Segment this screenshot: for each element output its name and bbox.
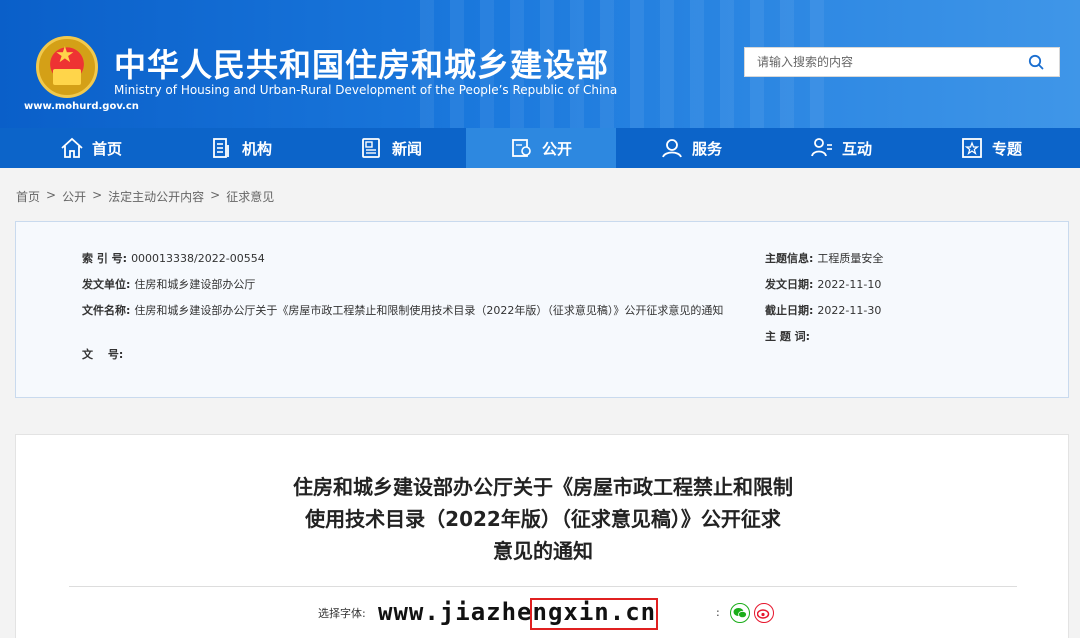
topic-icon (962, 138, 982, 158)
service-icon (662, 139, 682, 158)
breadcrumb-home[interactable]: 首页 (16, 188, 40, 205)
meta-label: 发文单位: (82, 278, 131, 291)
search-input[interactable] (745, 48, 1015, 76)
meta-label: 文件名称: (82, 304, 131, 317)
nav-item-home[interactable]: 首页 (16, 128, 166, 168)
main-nav: 首页 机构 新闻 公开 服务 互动 专题 (0, 128, 1080, 168)
meta-deadline: 截止日期: 2022-11-30 (765, 302, 881, 319)
breadcrumb-separator: > (46, 188, 57, 202)
watermark-highlight-box (530, 598, 658, 630)
public-icon (512, 139, 531, 157)
meta-label: 发文日期: (765, 278, 814, 291)
search-box (744, 47, 1060, 77)
building-icon (213, 138, 229, 158)
weibo-share-icon[interactable] (753, 603, 774, 623)
article-title-line: 使用技术目录（2022年版）（征求意见稿）》公开征求 (305, 507, 781, 531)
search-button[interactable] (1013, 48, 1059, 76)
nav-label: 服务 (691, 139, 722, 158)
nav-label: 首页 (91, 139, 122, 158)
title-divider (69, 586, 1017, 587)
meta-docno: 文 号: (82, 346, 127, 363)
meta-value: 住房和城乡建设部办公厅关于《房屋市政工程禁止和限制使用技术目录（2022年版）（… (134, 304, 724, 317)
breadcrumb-consultation[interactable]: 征求意见 (226, 188, 274, 205)
breadcrumb-legal-content[interactable]: 法定主动公开内容 (108, 188, 204, 205)
document-metadata: 索 引 号: 000013338/2022-00554 发文单位: 住房和城乡建… (15, 221, 1069, 398)
nav-item-service[interactable]: 服务 (616, 128, 766, 168)
article-title-line: 住房和城乡建设部办公厅关于《房屋市政工程禁止和限制 (293, 475, 793, 499)
meta-label: 文 号: (82, 348, 124, 361)
meta-value: 2022-11-10 (817, 278, 882, 291)
nav-item-topic[interactable]: 专题 (916, 128, 1066, 168)
meta-label: 索 引 号: (82, 252, 128, 265)
meta-docname: 文件名称: 住房和城乡建设部办公厅关于《房屋市政工程禁止和限制使用技术目录（20… (82, 302, 742, 319)
article-title-line: 意见的通知 (493, 539, 593, 563)
nav-label: 机构 (241, 139, 272, 158)
nav-label: 互动 (841, 139, 872, 158)
home-icon (61, 137, 83, 158)
meta-topic: 主题信息: 工程质量安全 (765, 250, 883, 267)
meta-value: 2022-11-30 (817, 304, 882, 317)
site-subtitle: Ministry of Housing and Urban-Rural Deve… (114, 83, 618, 97)
share-label: : (716, 606, 720, 619)
nav-item-interact[interactable]: 互动 (766, 128, 916, 168)
site-title[interactable]: 中华人民共和国住房和城乡建设部 (114, 40, 609, 86)
breadcrumb-separator: > (210, 188, 221, 202)
meta-value: 000013338/2022-00554 (131, 252, 265, 265)
nav-item-institutions[interactable]: 机构 (166, 128, 316, 168)
meta-keyword: 主 题 词: (765, 328, 814, 345)
news-icon (362, 138, 380, 158)
breadcrumb-public[interactable]: 公开 (62, 188, 86, 205)
meta-label: 主题信息: (765, 252, 814, 265)
interact-icon (811, 138, 832, 157)
meta-label: 主 题 词: (765, 330, 811, 343)
site-url: www.mohurd.gov.cn (24, 101, 139, 112)
site-header: ★ www.mohurd.gov.cn 中华人民共和国住房和城乡建设部 Mini… (0, 0, 1080, 128)
wechat-share-icon[interactable] (729, 603, 750, 623)
breadcrumb-separator: > (92, 188, 103, 202)
share-bar: : (716, 603, 774, 623)
meta-issuer: 发文单位: 住房和城乡建设部办公厅 (82, 276, 255, 293)
article-title: 住房和城乡建设部办公厅关于《房屋市政工程禁止和限制 使用技术目录（2022年版）… (16, 471, 1070, 567)
nav-label: 新闻 (391, 139, 422, 158)
meta-value: 住房和城乡建设部办公厅 (134, 278, 256, 291)
meta-index: 索 引 号: 000013338/2022-00554 (82, 250, 265, 267)
meta-value: 工程质量安全 (817, 252, 884, 265)
nav-item-news[interactable]: 新闻 (316, 128, 466, 168)
meta-date: 发文日期: 2022-11-10 (765, 276, 881, 293)
search-icon (1028, 54, 1044, 70)
breadcrumb: 首页 > 公开 > 法定主动公开内容 > 征求意见 (16, 188, 274, 205)
national-emblem-icon[interactable]: ★ (36, 36, 98, 98)
nav-label: 专题 (991, 139, 1022, 158)
font-size-selector: 选择字体: (318, 605, 372, 621)
meta-label: 截止日期: (765, 304, 814, 317)
nav-item-public[interactable]: 公开 (466, 128, 616, 168)
nav-label: 公开 (541, 139, 572, 158)
font-select-label: 选择字体: (318, 607, 366, 620)
